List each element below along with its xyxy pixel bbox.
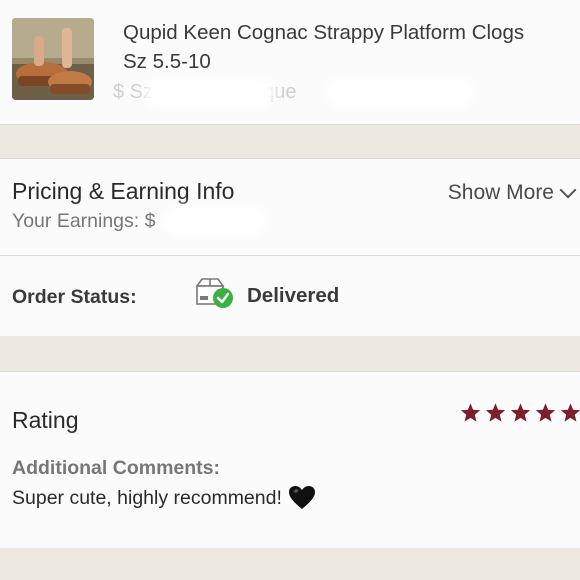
comment-text: Super cute, highly recommend! xyxy=(12,486,282,509)
redaction-blur xyxy=(168,212,260,230)
star-icon xyxy=(510,403,531,422)
product-thumbnail[interactable] xyxy=(12,18,94,100)
redaction-blur xyxy=(150,84,270,102)
product-title[interactable]: Qupid Keen Cognac Strappy Platform Clogs… xyxy=(123,18,573,76)
order-status-label: Order Status: xyxy=(12,286,137,308)
star-icon xyxy=(535,403,556,422)
star-icon xyxy=(460,403,481,422)
pricing-title: Pricing & Earning Info xyxy=(12,178,235,204)
star-icon xyxy=(560,403,580,422)
earnings-label: Your Earnings: $ xyxy=(12,210,156,232)
product-summary[interactable]: Qupid Keen Cognac Strappy Platform Clogs… xyxy=(0,0,580,125)
show-more-label: Show More xyxy=(447,181,554,204)
comments-label: Additional Comments: xyxy=(12,457,220,479)
star-rating xyxy=(460,402,580,423)
section-gap xyxy=(0,125,580,158)
rating-title: Rating xyxy=(12,407,79,433)
section-gap xyxy=(0,548,580,580)
section-gap xyxy=(0,337,580,371)
box-check-icon xyxy=(194,276,234,310)
pricing-section: Pricing & Earning Info Show More xyxy=(0,158,580,255)
order-status-value: Delivered xyxy=(247,284,340,307)
show-more-button[interactable]: Show More xyxy=(447,181,577,205)
redaction-blur xyxy=(330,84,470,102)
chevron-down-icon xyxy=(559,181,577,199)
black-heart-icon xyxy=(288,486,315,509)
star-icon xyxy=(485,403,506,422)
comment-text-row: Super cute, highly recommend! xyxy=(12,485,316,511)
